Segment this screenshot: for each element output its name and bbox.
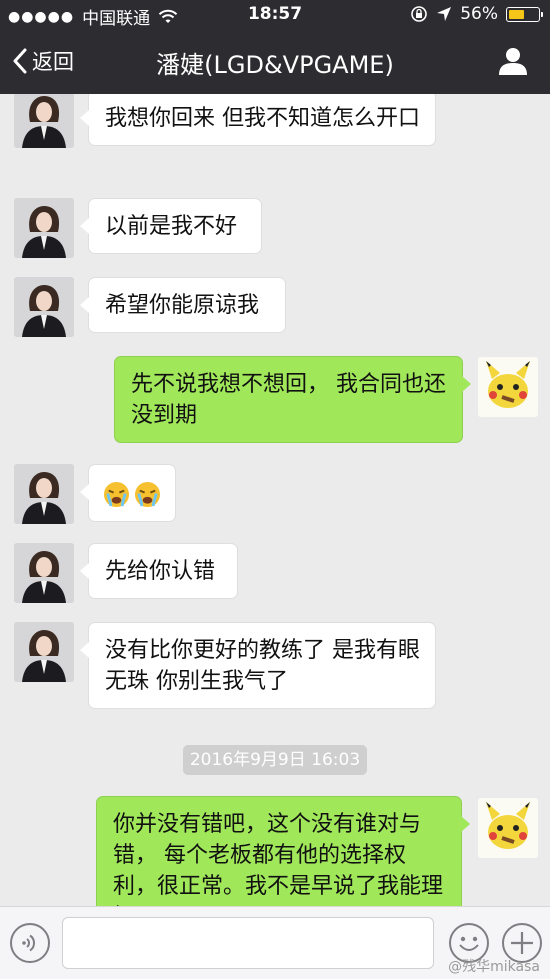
contact-avatar[interactable] [14,277,74,337]
contact-avatar[interactable] [14,198,74,258]
user-avatar[interactable] [478,357,538,417]
message-text: 先给你认错 [105,559,216,584]
contact-avatar[interactable] [14,622,74,682]
incoming-message [80,464,176,522]
voice-icon [22,934,36,952]
avatar-photo [14,464,74,524]
chat-area: 我想你回来 但我不知道怎么开口 以前是我不好 希望你能原谅我 先不说我想不想回，… [0,94,550,906]
pikachu-avatar-icon [478,798,538,858]
outgoing-message: 你并没有错吧，这个没有谁对与错， 每个老板都有他的选择权利，很正常。我不是早说了… [96,796,470,906]
voice-button[interactable] [10,923,50,963]
message-text: 以前是我不好 [105,214,238,239]
avatar-photo [14,198,74,258]
battery-icon [506,6,543,22]
message-timestamp: 2016年9月9日 16:03 [183,745,367,775]
incoming-message: 希望你能原谅我 [80,277,286,333]
incoming-message: 以前是我不好 [80,198,262,254]
contact-avatar[interactable] [14,543,74,603]
battery-fill [509,9,524,19]
incoming-message: 没有比你更好的教练了 是我有眼无珠 你别生我气了 [80,622,436,709]
incoming-message: 我想你回来 但我不知道怎么开口 [80,94,436,146]
nav-bar: 返回 潘婕(LGD&VPGAME) [0,30,550,94]
person-icon[interactable] [498,46,528,76]
user-avatar[interactable] [478,798,538,858]
avatar-photo [14,94,74,148]
rotation-lock-icon [411,6,428,22]
contact-avatar[interactable] [14,464,74,524]
battery-percent: 56% [460,4,498,24]
message-text: 我想你回来 但我不知道怎么开口 [105,106,420,131]
crying-face-icon [103,481,130,507]
message-text: 没有比你更好的教练了 是我有眼无珠 你别生我气了 [105,638,420,694]
pikachu-avatar-icon [478,357,538,417]
message-text: 先不说我想不想回， 我合同也还没到期 [131,372,446,428]
avatar-photo [14,543,74,603]
crying-face-icon [134,481,161,507]
watermark: @残华mikasa [448,959,540,975]
message-text: 你并没有错吧，这个没有谁对与错， 每个老板都有他的选择权利，很正常。我不是早说了… [113,812,444,906]
message-text: 希望你能原谅我 [105,293,260,318]
contact-avatar[interactable] [14,94,74,148]
location-icon [437,7,452,21]
incoming-message: 先给你认错 [80,543,238,599]
chat-title: 潘婕(LGD&VPGAME) [156,51,394,79]
outgoing-message: 先不说我想不想回， 我合同也还没到期 [114,356,471,443]
status-bar: ●●●●● 中国联通 18:57 56% [0,0,550,30]
avatar-photo [14,277,74,337]
message-input[interactable] [62,917,434,969]
avatar-photo [14,622,74,682]
